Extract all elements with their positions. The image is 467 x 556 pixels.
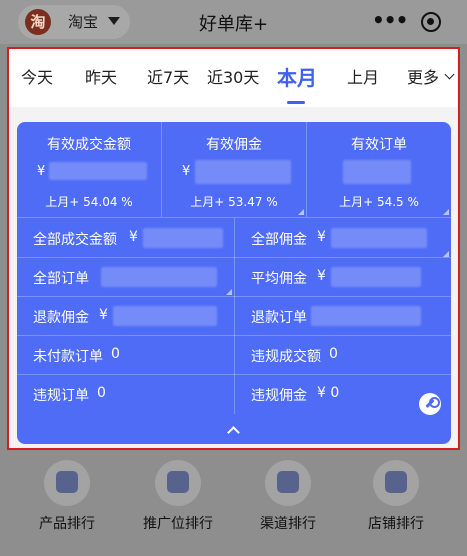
metric-effective-orders[interactable]: 有效订单 上月+ 54.5 % xyxy=(307,122,451,217)
masked-value xyxy=(101,267,217,287)
bag-icon xyxy=(44,460,90,506)
violation-gmv-label: 违规成交额 xyxy=(251,349,321,365)
refund-commission-label: 退款佣金 xyxy=(33,310,89,326)
expand-corner-icon xyxy=(298,209,304,215)
metric-change: 上月+ 54.04 % xyxy=(45,195,133,209)
more-options-icon[interactable]: ••• xyxy=(372,8,408,32)
masked-value xyxy=(331,228,427,248)
tab-yesterday[interactable]: 昨天 xyxy=(85,64,117,88)
avg-commission-label: 平均佣金 xyxy=(251,271,307,287)
masked-value xyxy=(113,306,217,326)
store-icon xyxy=(373,460,419,506)
metric-effective-commission[interactable]: 有效佣金 ¥ 上月+ 53.47 % xyxy=(162,122,306,217)
masked-value xyxy=(343,160,411,184)
masked-value xyxy=(331,267,421,287)
unpaid-orders-value: 0 xyxy=(111,346,120,362)
divider xyxy=(17,335,451,336)
divider xyxy=(17,374,451,375)
masked-value xyxy=(49,162,147,180)
metric-label: 有效成交金额 xyxy=(47,137,131,153)
highlight-frame: 今天 昨天 近7天 近30天 本月 上月 更多 有效成交金额 ¥ 上月+ 54.… xyxy=(7,47,460,450)
refund-commission-currency: ¥ xyxy=(99,307,108,323)
metric-label: 有效订单 xyxy=(351,137,407,153)
divider xyxy=(234,218,235,414)
tab-last-7-days[interactable]: 近7天 xyxy=(147,64,189,88)
masked-value xyxy=(143,228,223,248)
tab-today[interactable]: 今天 xyxy=(21,64,53,88)
tab-more[interactable]: 更多 xyxy=(407,64,439,88)
avg-commission-currency: ¥ xyxy=(317,268,326,284)
cube-icon xyxy=(265,460,311,506)
nav-label: 渠道排行 xyxy=(260,516,316,532)
tab-this-month[interactable]: 本月 xyxy=(277,62,317,91)
total-commission-label: 全部佣金 xyxy=(251,232,307,248)
nav-label: 产品排行 xyxy=(39,516,95,532)
wrench-icon[interactable] xyxy=(419,393,441,415)
metric-change: 上月+ 54.5 % xyxy=(339,195,419,209)
masked-value xyxy=(195,160,291,184)
total-gmv-label: 全部成交金额 xyxy=(33,232,117,248)
violation-gmv-value: 0 xyxy=(329,346,338,362)
masked-value xyxy=(311,306,421,326)
expand-corner-icon xyxy=(443,209,449,215)
currency-symbol: ¥ xyxy=(37,164,46,179)
divider xyxy=(17,296,451,297)
top-bar: 淘 淘宝 好单库+ ••• xyxy=(0,0,467,44)
divider xyxy=(17,257,451,258)
currency-symbol: ¥ xyxy=(182,164,191,179)
violation-commission-value: ¥ 0 xyxy=(317,385,340,401)
stats-card: 有效成交金额 ¥ 上月+ 54.04 % 有效佣金 ¥ 上月+ 53.47 % … xyxy=(17,122,451,444)
metric-change: 上月+ 53.47 % xyxy=(190,195,278,209)
active-tab-indicator xyxy=(287,101,305,104)
chevron-up-icon[interactable] xyxy=(227,426,240,439)
unpaid-orders-label: 未付款订单 xyxy=(33,349,103,365)
chevron-down-icon[interactable] xyxy=(444,69,455,80)
nav-label: 推广位排行 xyxy=(143,516,213,532)
metric-label: 有效佣金 xyxy=(206,137,262,153)
total-orders-label: 全部订单 xyxy=(33,271,89,287)
total-commission-currency: ¥ xyxy=(317,229,326,245)
tab-last-30-days[interactable]: 近30天 xyxy=(207,64,259,88)
tab-last-month[interactable]: 上月 xyxy=(347,64,379,88)
total-gmv-currency: ¥ xyxy=(129,229,138,245)
violation-orders-value: 0 xyxy=(97,385,106,401)
date-range-tabs: 今天 昨天 近7天 近30天 本月 上月 更多 xyxy=(9,49,457,107)
expand-corner-icon xyxy=(226,289,232,295)
violation-orders-label: 违规订单 xyxy=(33,388,89,404)
refund-orders-label: 退款订单 xyxy=(251,310,307,326)
pid-icon xyxy=(155,460,201,506)
close-miniprogram-icon[interactable] xyxy=(421,12,441,32)
nav-label: 店铺排行 xyxy=(368,516,424,532)
metric-effective-gmv[interactable]: 有效成交金额 ¥ 上月+ 54.04 % xyxy=(17,122,161,217)
violation-commission-label: 违规佣金 xyxy=(251,388,307,404)
